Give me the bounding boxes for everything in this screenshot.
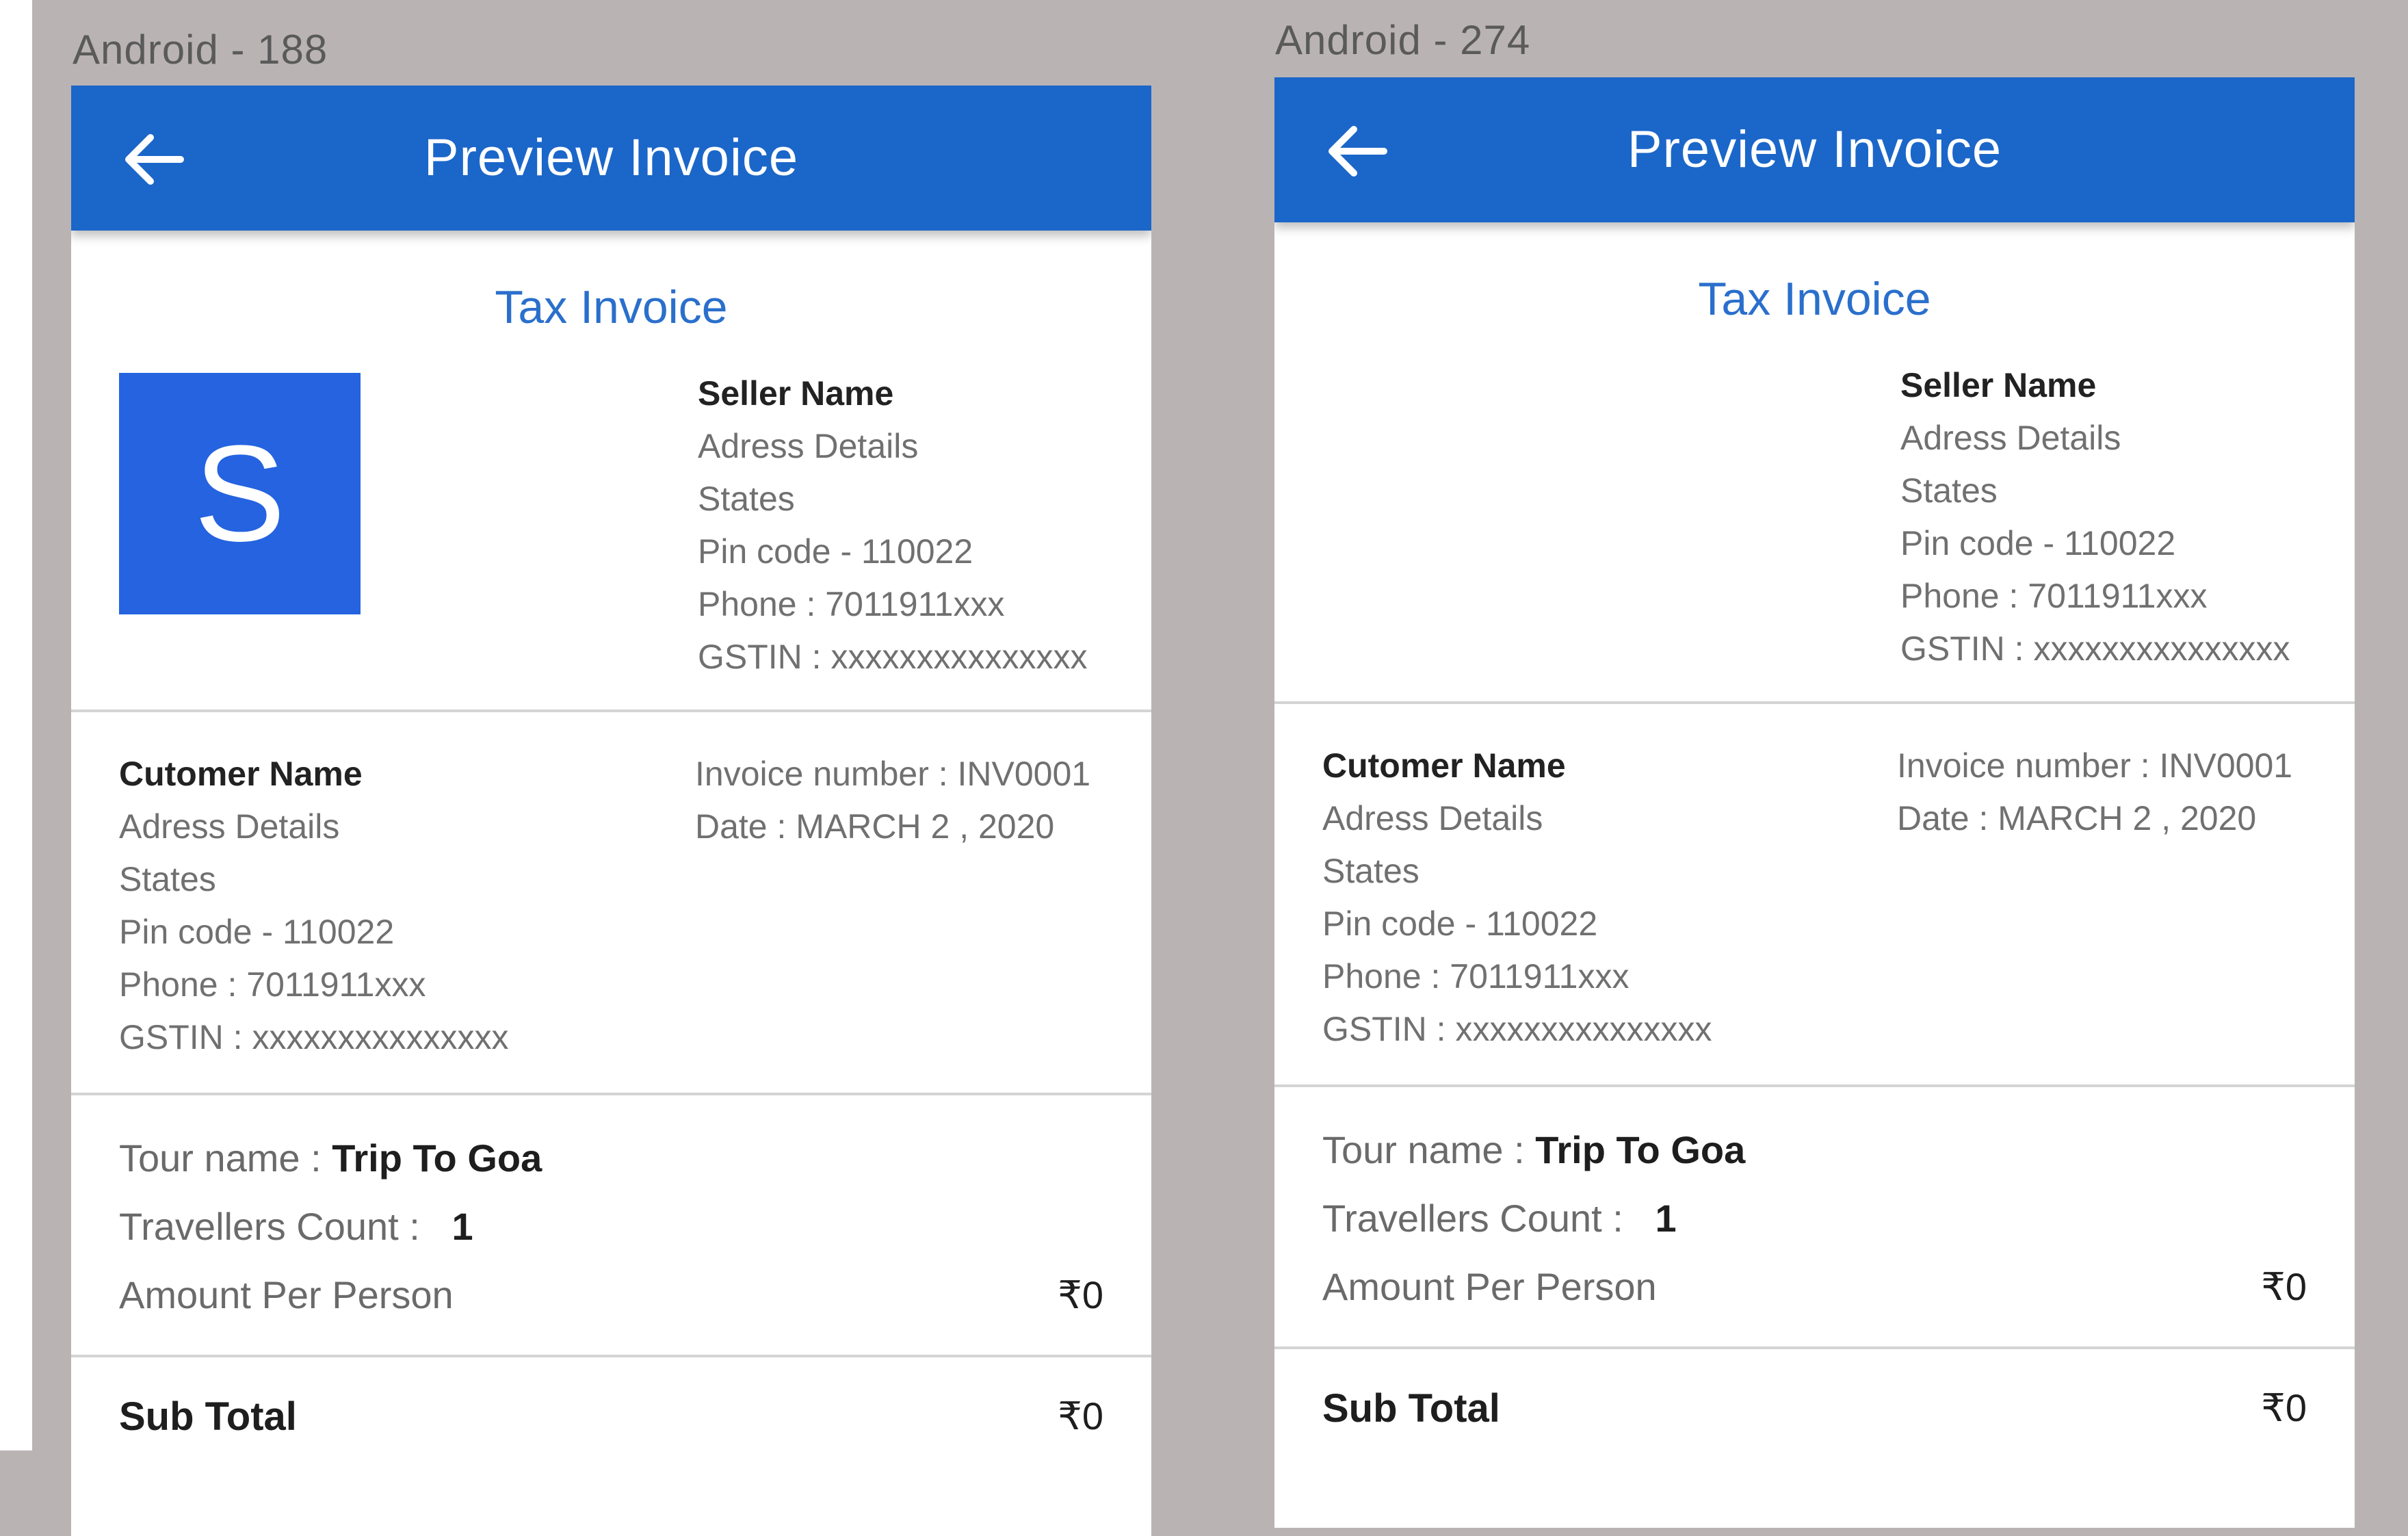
customer-gstin: GSTIN : xxxxxxxxxxxxxxx	[119, 1018, 509, 1056]
tax-invoice-title: Tax Invoice	[1698, 273, 1931, 325]
seller-pincode: Pin code - 110022	[698, 532, 973, 571]
subtotal-value: ₹0	[2261, 1386, 2307, 1429]
seller-name: Seller Name	[1900, 366, 2097, 404]
app-bar: Preview Invoice	[71, 86, 1151, 231]
tour-name-row: Tour name : Trip To Goa	[1322, 1128, 1745, 1172]
seller-details: Seller Name Adress Details States Pin co…	[1900, 359, 2290, 675]
tour-name-row: Tour name : Trip To Goa	[119, 1136, 542, 1180]
amount-per-person-label: Amount Per Person	[119, 1273, 454, 1316]
seller-gstin: GSTIN : xxxxxxxxxxxxxxx	[1900, 629, 2290, 668]
phone-frame-android-188: Preview Invoice Tax Invoice S Seller Nam…	[71, 86, 1151, 1536]
travellers-count-label: Travellers Count :	[1322, 1197, 1634, 1240]
travellers-count-row: Travellers Count : 1	[119, 1204, 473, 1249]
divider	[71, 1355, 1151, 1357]
travellers-count-value: 1	[452, 1205, 473, 1248]
travellers-count-row: Travellers Count : 1	[1322, 1196, 1677, 1240]
frame-label: Android - 188	[73, 27, 328, 73]
customer-states: States	[119, 860, 216, 898]
customer-name: Cutomer Name	[1322, 746, 1566, 785]
logo-letter: S	[194, 417, 286, 570]
seller-gstin: GSTIN : xxxxxxxxxxxxxxx	[698, 638, 1088, 676]
divider	[1274, 1346, 2355, 1349]
customer-pincode: Pin code - 110022	[119, 913, 395, 951]
customer-gstin: GSTIN : xxxxxxxxxxxxxxx	[1322, 1010, 1712, 1048]
divider	[1274, 701, 2355, 704]
invoice-date: Date : MARCH 2 , 2020	[1897, 799, 2257, 837]
seller-states: States	[698, 480, 795, 518]
tax-invoice-title: Tax Invoice	[495, 281, 728, 333]
divider	[71, 1093, 1151, 1095]
customer-address: Adress Details	[119, 807, 340, 846]
invoice-meta: Invoice number : INV0001 Date : MARCH 2 …	[1897, 740, 2292, 845]
travellers-count-label: Travellers Count :	[119, 1205, 431, 1248]
phone-frame-android-274: Preview Invoice Tax Invoice Seller Name …	[1274, 77, 2355, 1528]
customer-address: Adress Details	[1322, 799, 1543, 837]
seller-pincode: Pin code - 110022	[1900, 524, 2176, 562]
seller-phone: Phone : 7011911xxx	[1900, 577, 2208, 615]
amount-per-person-value: ₹0	[1058, 1273, 1103, 1316]
travellers-count-value: 1	[1655, 1197, 1677, 1240]
seller-address: Adress Details	[1900, 419, 2121, 457]
customer-pincode: Pin code - 110022	[1322, 904, 1598, 943]
canvas-edge	[0, 0, 32, 1450]
invoice-number: Invoice number : INV0001	[695, 755, 1091, 793]
customer-details: Cutomer Name Adress Details States Pin c…	[119, 748, 508, 1064]
divider	[1274, 1084, 2355, 1087]
seller-address: Adress Details	[698, 427, 919, 465]
amount-per-person-value: ₹0	[2261, 1265, 2307, 1308]
invoice-number: Invoice number : INV0001	[1897, 746, 2293, 785]
page-title: Preview Invoice	[423, 129, 799, 187]
customer-phone: Phone : 7011911xxx	[1322, 957, 1630, 995]
tour-name-label: Tour name :	[1322, 1128, 1536, 1171]
tour-name-label: Tour name :	[119, 1136, 332, 1180]
customer-states: States	[1322, 852, 1419, 890]
seller-logo: S	[119, 373, 361, 614]
subtotal-label: Sub Total	[119, 1394, 297, 1439]
app-bar: Preview Invoice	[1274, 77, 2355, 222]
frame-label: Android - 274	[1275, 17, 1531, 63]
tour-name-value: Trip To Goa	[332, 1136, 542, 1180]
amount-per-person-label: Amount Per Person	[1322, 1265, 1657, 1308]
customer-details: Cutomer Name Adress Details States Pin c…	[1322, 740, 1712, 1056]
tour-name-value: Trip To Goa	[1535, 1128, 1746, 1171]
subtotal-value: ₹0	[1058, 1394, 1103, 1437]
seller-states: States	[1900, 471, 1998, 510]
page-title: Preview Invoice	[1627, 120, 2002, 179]
seller-details: Seller Name Adress Details States Pin co…	[698, 367, 1087, 684]
subtotal-label: Sub Total	[1322, 1386, 1500, 1431]
divider	[71, 710, 1151, 712]
invoice-date: Date : MARCH 2 , 2020	[695, 807, 1055, 846]
seller-name: Seller Name	[698, 374, 894, 413]
customer-name: Cutomer Name	[119, 755, 363, 793]
invoice-meta: Invoice number : INV0001 Date : MARCH 2 …	[695, 748, 1090, 853]
seller-phone: Phone : 7011911xxx	[698, 585, 1005, 623]
customer-phone: Phone : 7011911xxx	[119, 965, 426, 1004]
